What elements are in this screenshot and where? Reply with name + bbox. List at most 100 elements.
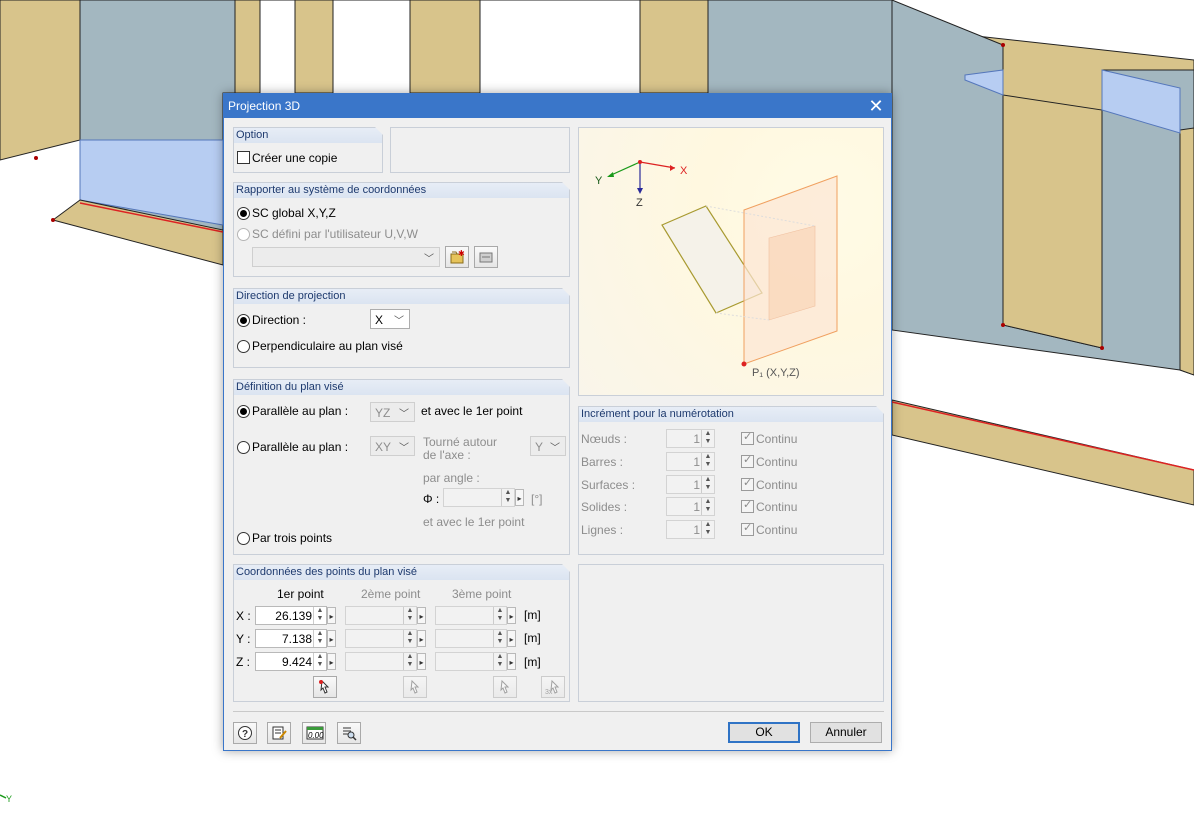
- column: [409, 0, 481, 94]
- close-icon[interactable]: ✕: [861, 94, 891, 118]
- units-button[interactable]: 0.00: [302, 722, 326, 744]
- chevron-down-icon: ﹀: [394, 316, 404, 327]
- spin-arrows-icon[interactable]: ▲ ▼: [493, 630, 506, 647]
- spin-arrows-icon[interactable]: ▲ ▼: [403, 607, 416, 624]
- create-copy-label: Créer une copie: [252, 151, 338, 165]
- z-first-point-input[interactable]: 9.424 ▲ ▼: [255, 652, 327, 671]
- z-first-arrow-button[interactable]: ▸: [327, 653, 336, 670]
- ok-button[interactable]: OK: [728, 722, 800, 743]
- nodes-label: Nœuds :: [581, 432, 628, 446]
- y-first-arrow-button[interactable]: ▸: [327, 630, 336, 647]
- preview-panel: X Y Z P₁ (X,Y,Z): [578, 127, 884, 396]
- perpendicular-label: Perpendiculaire au plan visé: [252, 339, 403, 353]
- help-button[interactable]: ?: [233, 722, 257, 744]
- z-unit: [m]: [524, 655, 541, 669]
- option-header: Option: [234, 127, 383, 143]
- pick-third-point-button[interactable]: [493, 676, 517, 698]
- spin-arrows-icon[interactable]: ▲ ▼: [313, 607, 326, 624]
- pick-first-point-button[interactable]: [313, 676, 337, 698]
- solids-continuous-checkbox[interactable]: [741, 498, 754, 513]
- target-plane-header: Définition du plan visé: [234, 379, 570, 395]
- surfaces-increment-input[interactable]: 1 ▲ ▼: [666, 475, 715, 494]
- direction-select[interactable]: X ﹀: [370, 309, 410, 329]
- y-second-arrow-button[interactable]: ▸: [417, 630, 426, 647]
- chevron-down-icon: ﹀: [424, 254, 434, 265]
- spin-arrows-icon[interactable]: ▲ ▼: [701, 476, 714, 493]
- x-second-point-input[interactable]: ▲ ▼: [345, 606, 417, 625]
- user-cs-select[interactable]: ﹀: [252, 247, 440, 267]
- angle-input[interactable]: ▲ ▼: [443, 488, 515, 507]
- spin-arrows-icon[interactable]: ▲ ▼: [403, 653, 416, 670]
- three-points-label: Par trois points: [252, 531, 333, 545]
- axis-y-label: Y: [595, 175, 603, 187]
- lines-increment-input[interactable]: 1 ▲ ▼: [666, 520, 715, 539]
- x-third-arrow-button[interactable]: ▸: [507, 607, 516, 624]
- spin-arrows-icon[interactable]: ▲ ▼: [701, 453, 714, 470]
- spin-arrows-icon[interactable]: ▲ ▼: [701, 521, 714, 538]
- spin-arrows-icon[interactable]: ▲ ▼: [313, 653, 326, 670]
- title-bar[interactable]: Projection 3D ✕: [224, 94, 891, 118]
- z-second-point-input[interactable]: ▲ ▼: [345, 652, 417, 671]
- axis-select[interactable]: Y ﹀: [530, 436, 566, 456]
- spin-arrows-icon[interactable]: ▲ ▼: [313, 630, 326, 647]
- x-second-arrow-button[interactable]: ▸: [417, 607, 426, 624]
- spin-arrows-icon[interactable]: ▲ ▼: [701, 430, 714, 447]
- lines-continuous-checkbox[interactable]: [741, 521, 754, 536]
- spin-arrows-icon[interactable]: ▲ ▼: [493, 653, 506, 670]
- parallel-plane-select-2[interactable]: XY ﹀: [370, 436, 415, 456]
- pick-point-icon: [319, 679, 330, 694]
- y-third-arrow-button[interactable]: ▸: [507, 630, 516, 647]
- point-p1-label: P₁ (X,Y,Z): [752, 367, 800, 379]
- three-points-radio[interactable]: [237, 532, 250, 545]
- y-second-point-input[interactable]: ▲ ▼: [345, 629, 417, 648]
- x-first-point-input[interactable]: 26.139 ▲ ▼: [255, 606, 327, 625]
- projection-diagram: X Y Z P₁ (X,Y,Z): [595, 160, 838, 379]
- lines-label: Lignes :: [581, 523, 624, 537]
- spin-arrows-icon[interactable]: ▲ ▼: [701, 498, 714, 515]
- parallel-plane-select-1[interactable]: YZ ﹀: [370, 402, 415, 422]
- direction-radio[interactable]: [237, 314, 250, 327]
- nodes-increment-input[interactable]: 1 ▲ ▼: [666, 429, 715, 448]
- spin-arrows-icon[interactable]: ▲ ▼: [501, 489, 514, 506]
- pick-three-points-icon: 3x: [545, 679, 560, 695]
- view-button[interactable]: [337, 722, 361, 744]
- pick-second-point-button[interactable]: [403, 676, 427, 698]
- coords-panel: Coordonnées des points du plan visé 1er …: [233, 564, 570, 702]
- parallel-plane-radio-2[interactable]: [237, 441, 250, 454]
- column: [234, 0, 261, 94]
- solids-continuous-label: Continu: [756, 500, 798, 514]
- comment-button[interactable]: [267, 722, 291, 744]
- angle-arrow-button[interactable]: ▸: [515, 489, 524, 506]
- members-continuous-checkbox[interactable]: [741, 453, 754, 468]
- solids-label: Solides :: [581, 500, 628, 514]
- surfaces-continuous-checkbox[interactable]: [741, 476, 754, 491]
- x-first-arrow-button[interactable]: ▸: [327, 607, 336, 624]
- cancel-button[interactable]: Annuler: [810, 722, 882, 743]
- z-second-arrow-button[interactable]: ▸: [417, 653, 426, 670]
- column: [294, 0, 334, 94]
- z-third-point-input[interactable]: ▲ ▼: [435, 652, 507, 671]
- new-folder-icon: ✱: [450, 249, 465, 264]
- increment-panel: Incrément pour la numérotation Nœuds : 1…: [578, 406, 884, 555]
- y-third-point-input[interactable]: ▲ ▼: [435, 629, 507, 648]
- nodes-continuous-checkbox[interactable]: [741, 430, 754, 445]
- solids-increment-input[interactable]: 1 ▲ ▼: [666, 497, 715, 516]
- pick-three-points-button[interactable]: 3x: [541, 676, 565, 698]
- members-increment-input[interactable]: 1 ▲ ▼: [666, 452, 715, 471]
- user-cs-radio[interactable]: [237, 228, 250, 241]
- floor-slab: [891, 399, 1194, 506]
- perpendicular-radio[interactable]: [237, 340, 250, 353]
- parallel-plane-radio-1[interactable]: [237, 405, 250, 418]
- y-first-point-input[interactable]: 7.138 ▲ ▼: [255, 629, 327, 648]
- empty-info-panel: [578, 564, 884, 702]
- edit-cs-button[interactable]: [474, 246, 498, 268]
- new-cs-button[interactable]: ✱: [445, 246, 469, 268]
- create-copy-checkbox[interactable]: [237, 151, 250, 164]
- parallel-plane-label-1: Parallèle au plan :: [252, 404, 349, 418]
- row-x-label: X :: [236, 609, 251, 623]
- spin-arrows-icon[interactable]: ▲ ▼: [403, 630, 416, 647]
- z-third-arrow-button[interactable]: ▸: [507, 653, 516, 670]
- global-cs-radio[interactable]: [237, 207, 250, 220]
- x-third-point-input[interactable]: ▲ ▼: [435, 606, 507, 625]
- spin-arrows-icon[interactable]: ▲ ▼: [493, 607, 506, 624]
